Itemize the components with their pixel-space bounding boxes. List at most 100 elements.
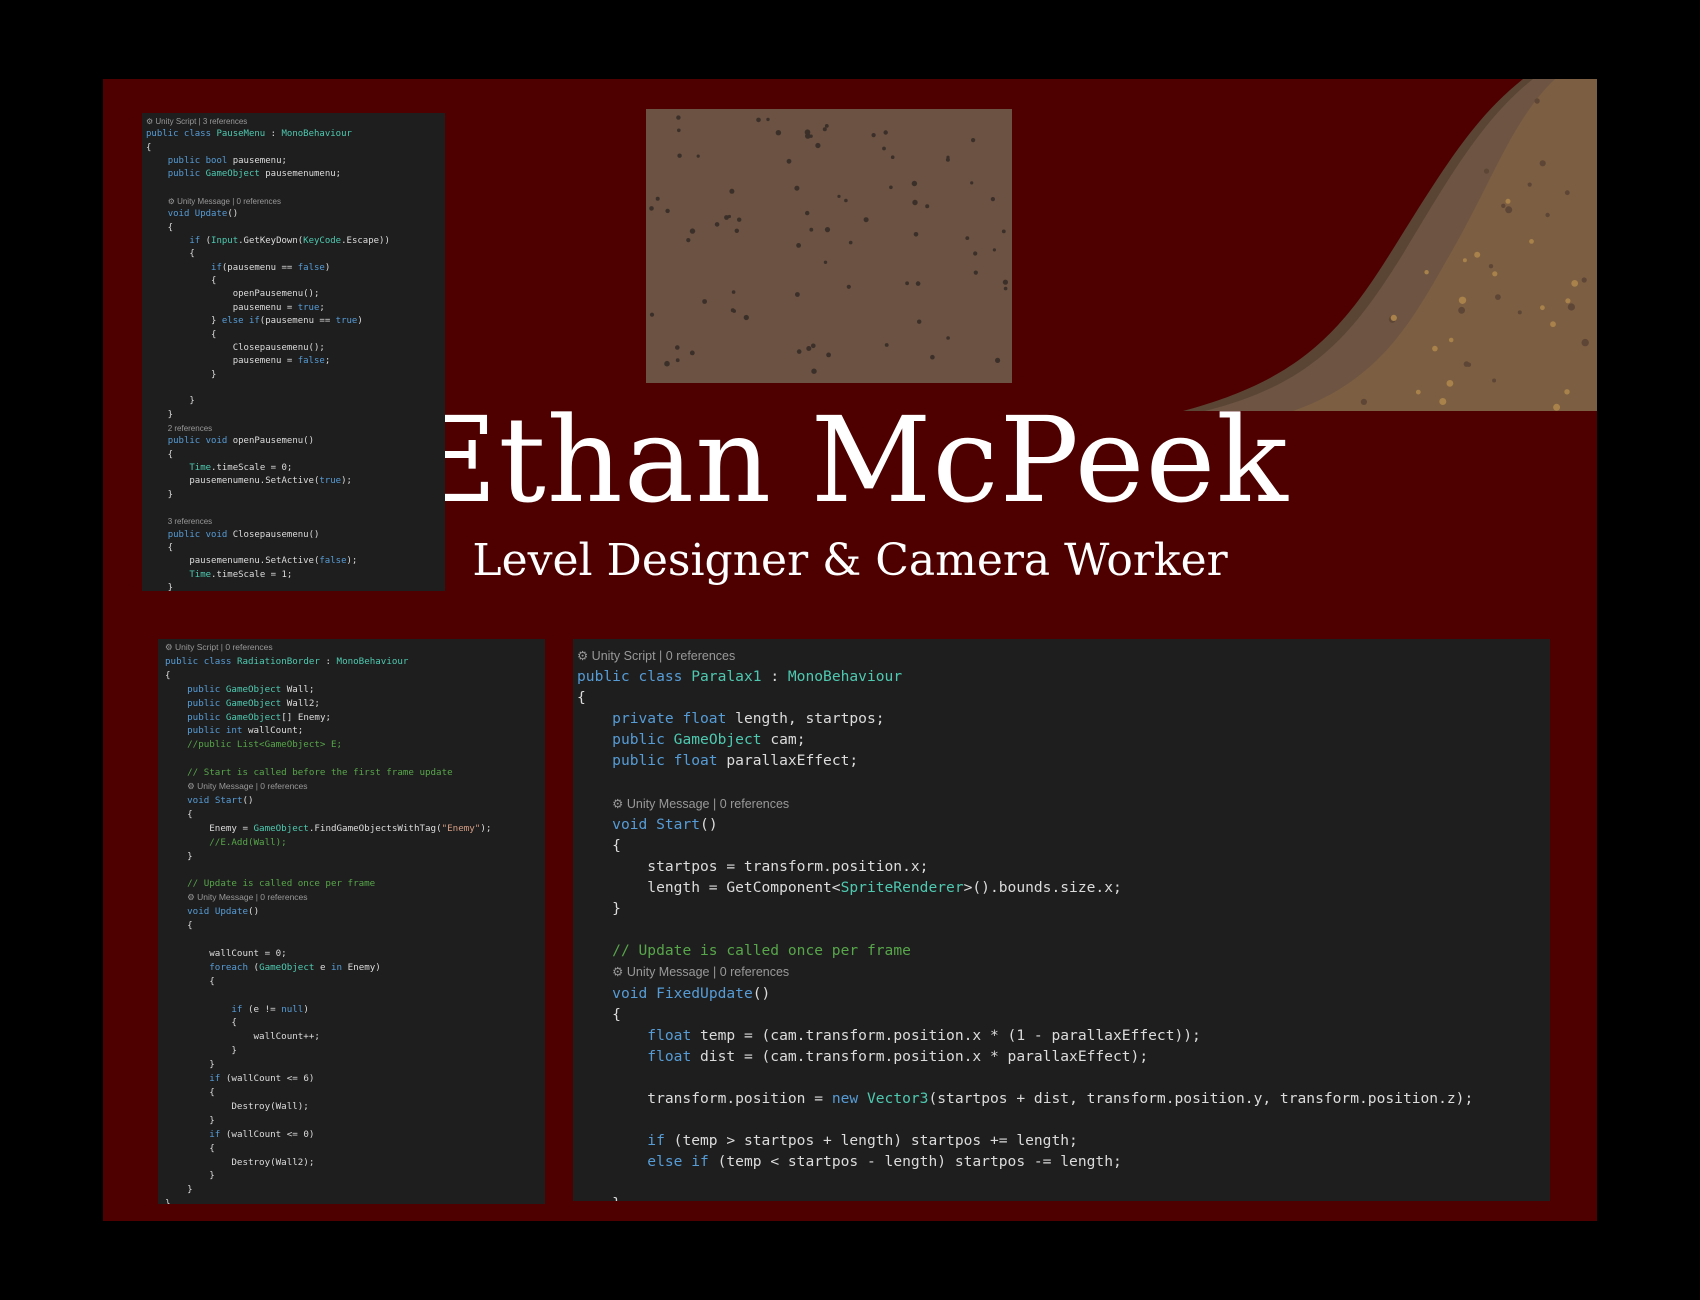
code-line: //public List<GameObject> E;	[187, 739, 343, 751]
code-line: if(pausemenu == false)	[211, 262, 331, 273]
slope-speck	[1446, 380, 1454, 387]
code-line: public GameObject Wall;	[187, 683, 315, 695]
dirt-speck	[731, 290, 736, 294]
code-line: pausemenumenu.SetActive(false);	[146, 556, 358, 567]
code-line: if (temp > startpos + length) startpos +…	[647, 1132, 1078, 1150]
code-line: }	[165, 1198, 171, 1204]
code-line: // Update is called once per frame	[187, 878, 376, 890]
slope-speck	[1501, 203, 1506, 208]
dirt-speck	[995, 357, 1001, 363]
dirt-speck	[727, 214, 731, 219]
code-line: {	[165, 975, 215, 987]
radiation-border-code: ⚙ Unity Script | 0 references public clas…	[158, 639, 545, 1204]
code-line: // Start is called before the first fram…	[187, 767, 453, 779]
code-line: 2 references	[167, 423, 213, 433]
pause-menu-code: ⚙ Unity Script | 3 references public clas…	[142, 113, 445, 591]
code-line: transform.position = new Vector3(startpo…	[577, 1089, 1474, 1107]
code-line: pausemenu = true;	[146, 302, 325, 313]
dirt-speck	[846, 284, 851, 289]
dirt-speck	[734, 228, 739, 233]
code-line: ⚙ Unity Message | 0 references	[187, 892, 308, 903]
dirt-speck	[804, 129, 811, 135]
code-line: Enemy = GameObject.FindGameObjectsWithTa…	[165, 822, 492, 834]
code-line: // Update is called once per frame	[612, 942, 911, 960]
dirt-speck	[844, 198, 848, 203]
dirt-speck	[848, 240, 853, 245]
dirt-speck	[882, 146, 886, 151]
dirt-speck	[677, 153, 682, 158]
code-line: ⚙ Unity Script | 0 references	[577, 649, 736, 663]
dirt-speck	[664, 360, 670, 367]
dirt-speck	[1002, 279, 1008, 285]
slope-speck	[1581, 338, 1589, 347]
dirt-speck	[912, 199, 918, 206]
code-line: public void openPausemenu()	[167, 436, 314, 447]
slope-speck	[1492, 271, 1498, 277]
dirt-speck	[805, 210, 810, 216]
code-line: public GameObject pausemenumenu;	[167, 169, 342, 180]
slope-speck	[1458, 296, 1467, 304]
code-line: public float parallaxEffect;	[612, 752, 859, 770]
dirt-speck	[649, 206, 654, 211]
slope-speck	[1495, 294, 1501, 300]
code-line: }	[146, 369, 217, 380]
dirt-speck	[824, 124, 829, 128]
dirt-speck	[1003, 286, 1008, 291]
slope-speck	[1390, 314, 1397, 321]
code-line: {	[577, 689, 586, 707]
code-line: {	[165, 1142, 215, 1154]
slope-speck	[1483, 168, 1490, 174]
slope-speck	[1458, 306, 1465, 314]
dirt-speck	[686, 238, 691, 243]
slope-speck	[1529, 239, 1534, 244]
code-line: } else if(pausemenu == true)	[146, 316, 363, 327]
dirt-speck	[675, 345, 680, 350]
code-line: float dist = (cam.transform.position.x *…	[647, 1047, 1149, 1065]
code-line: }	[165, 1184, 193, 1196]
code-line: wallCount++;	[165, 1031, 320, 1043]
code-line: {	[146, 222, 174, 233]
dirt-speck	[786, 158, 792, 164]
code-line: ⚙ Unity Script | 0 references	[165, 642, 273, 652]
code-line: startpos = transform.position.x;	[577, 857, 929, 875]
slope-speck	[1488, 264, 1494, 269]
dirt-speck	[826, 352, 831, 358]
code-line: ⚙ Unity Message | 0 references	[612, 965, 790, 980]
code-line: }	[165, 1045, 237, 1057]
code-line: Destroy(Wall2);	[165, 1156, 315, 1168]
dirt-speck	[889, 185, 893, 190]
code-line: {	[165, 1087, 215, 1098]
code-line: ⚙ Unity Message | 0 references	[187, 781, 308, 792]
portfolio-poster: Ethan McPeek Level Designer & Camera Wor…	[103, 79, 1597, 1221]
code-line: {	[146, 329, 217, 340]
dirt-speck	[811, 368, 817, 374]
slope-speck	[1540, 305, 1545, 311]
dirt-speck	[925, 204, 930, 209]
slope-speck	[1539, 160, 1546, 167]
code-line: public bool pausemenu;	[167, 156, 287, 167]
code-screenshot-radiation-border: ⚙ Unity Script | 0 references public clas…	[158, 639, 545, 1204]
dirt-speck	[665, 208, 670, 214]
dirt-speck	[737, 217, 742, 222]
code-line: pausemenumenu.SetActive(true);	[146, 476, 352, 487]
code-line: public class RadiationBorder : MonoBehav…	[165, 655, 409, 667]
dirt-speck	[871, 133, 876, 138]
code-line: Destroy(Wall);	[165, 1100, 309, 1112]
dirt-speck	[729, 188, 735, 194]
code-line: }	[165, 1114, 215, 1126]
code-line: }	[165, 1059, 215, 1071]
code-line: foreach (GameObject e in Enemy)	[209, 961, 381, 973]
code-line: }	[146, 409, 174, 420]
code-line: public GameObject cam;	[612, 731, 806, 749]
slope-speck	[1505, 198, 1511, 204]
dirt-speck	[990, 197, 995, 202]
dirt-speck	[905, 281, 909, 286]
slope-speck	[1505, 206, 1513, 214]
code-line: }	[146, 396, 195, 407]
code-line: openPausemenu();	[146, 289, 320, 300]
dirt-speck	[676, 115, 681, 120]
slope-speck	[1448, 337, 1454, 343]
